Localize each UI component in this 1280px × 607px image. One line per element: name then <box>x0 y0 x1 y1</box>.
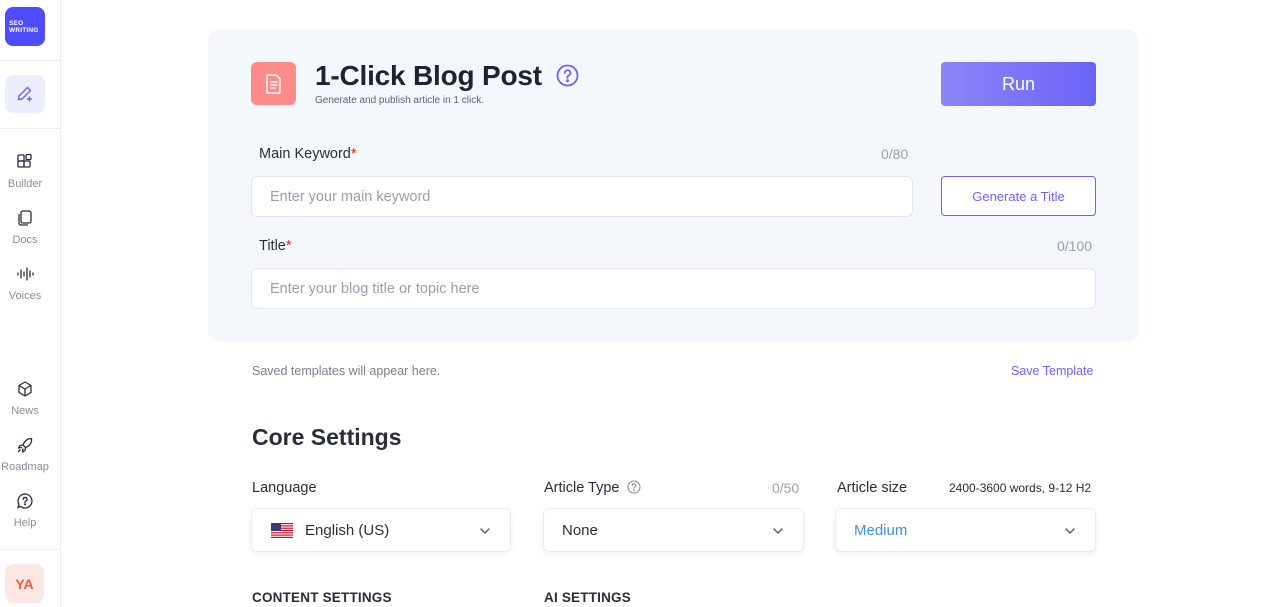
pen-plus-icon <box>17 86 33 102</box>
logo-text-line2: WRITING <box>9 27 39 34</box>
core-settings-heading: Core Settings <box>252 424 402 450</box>
article-size-select[interactable]: Medium <box>835 508 1096 552</box>
help-icon[interactable] <box>556 64 579 87</box>
language-select-value: English (US) <box>305 521 390 539</box>
main-keyword-label-text: Main Keyword <box>259 146 351 162</box>
article-type-label-text: Article Type <box>544 480 620 496</box>
article-type-select[interactable]: None <box>543 508 804 552</box>
save-template-link[interactable]: Save Template <box>1011 364 1093 378</box>
generate-title-button[interactable]: Generate a Title <box>941 176 1096 216</box>
page-title: 1-Click Blog Post <box>315 60 542 91</box>
sidebar-item-voices[interactable]: Voices <box>0 265 50 302</box>
main-keyword-input[interactable]: Enter your main keyword <box>251 176 913 217</box>
sidebar-divider <box>0 549 60 550</box>
article-size-meta: 2400-3600 words, 9-12 H2 <box>949 481 1092 495</box>
chevron-down-icon <box>1065 528 1075 534</box>
sidebar-divider <box>0 128 60 129</box>
docs-icon <box>18 210 32 226</box>
title-label-text: Title <box>259 238 286 254</box>
document-icon-tile <box>251 62 296 105</box>
title-input[interactable]: Enter your blog title or topic here <box>251 268 1096 309</box>
sidebar-divider <box>0 60 60 61</box>
title-label: Title* <box>259 238 292 254</box>
new-document-button[interactable] <box>5 75 45 113</box>
rocket-icon <box>17 437 33 453</box>
keyword-char-counter: 0/80 <box>881 146 909 162</box>
sidebar-item-help[interactable]: Help <box>0 492 50 529</box>
title-placeholder: Enter your blog title or topic here <box>270 280 480 297</box>
main-keyword-label: Main Keyword* <box>259 146 357 162</box>
help-chat-icon <box>16 493 33 509</box>
article-size-label: Article size <box>837 480 908 496</box>
article-type-select-value: None <box>562 521 598 539</box>
run-button[interactable]: Run <box>941 62 1096 106</box>
sidebar-item-label: News <box>11 405 39 417</box>
content-settings-heading: CONTENT SETTINGS <box>252 590 392 605</box>
app-logo[interactable]: SEO WRITING <box>5 7 45 46</box>
language-label: Language <box>252 480 317 496</box>
title-char-counter: 0/100 <box>1057 238 1093 254</box>
logo-text-line1: SEO <box>9 20 24 27</box>
sidebar-item-news[interactable]: News <box>0 380 50 417</box>
ai-settings-heading: AI SETTINGS <box>544 590 631 605</box>
required-mark: * <box>350 146 357 162</box>
language-select[interactable]: English (US) <box>251 508 511 552</box>
sidebar-item-docs[interactable]: Docs <box>0 209 50 246</box>
document-icon <box>265 73 281 94</box>
us-flag-icon <box>271 522 293 538</box>
soundwave-icon <box>17 267 34 281</box>
sidebar-item-roadmap[interactable]: Roadmap <box>0 436 50 473</box>
sidebar: SEO WRITING Builder Docs Voices News Roa… <box>0 0 61 607</box>
sidebar-item-label: Voices <box>8 290 42 302</box>
sidebar-item-label: Roadmap <box>1 461 49 473</box>
sidebar-item-label: Docs <box>12 234 38 246</box>
main-keyword-placeholder: Enter your main keyword <box>270 188 431 205</box>
article-type-char-counter: 0/50 <box>772 480 800 496</box>
user-avatar[interactable]: YA <box>5 564 44 603</box>
sidebar-item-label: Help <box>13 517 37 529</box>
sidebar-item-label: Builder <box>7 178 43 190</box>
saved-templates-empty-text: Saved templates will appear here. <box>252 364 441 378</box>
chevron-down-icon <box>480 528 490 534</box>
chevron-down-icon <box>773 528 783 534</box>
page-subtitle: Generate and publish article in 1 click. <box>315 95 484 106</box>
builder-icon <box>17 153 32 168</box>
sidebar-item-builder[interactable]: Builder <box>0 153 50 190</box>
info-icon[interactable] <box>626 480 641 494</box>
article-type-label: Article Type <box>544 480 641 496</box>
required-mark: * <box>285 238 292 254</box>
box-icon <box>18 381 32 397</box>
article-size-select-value: Medium <box>854 521 908 539</box>
